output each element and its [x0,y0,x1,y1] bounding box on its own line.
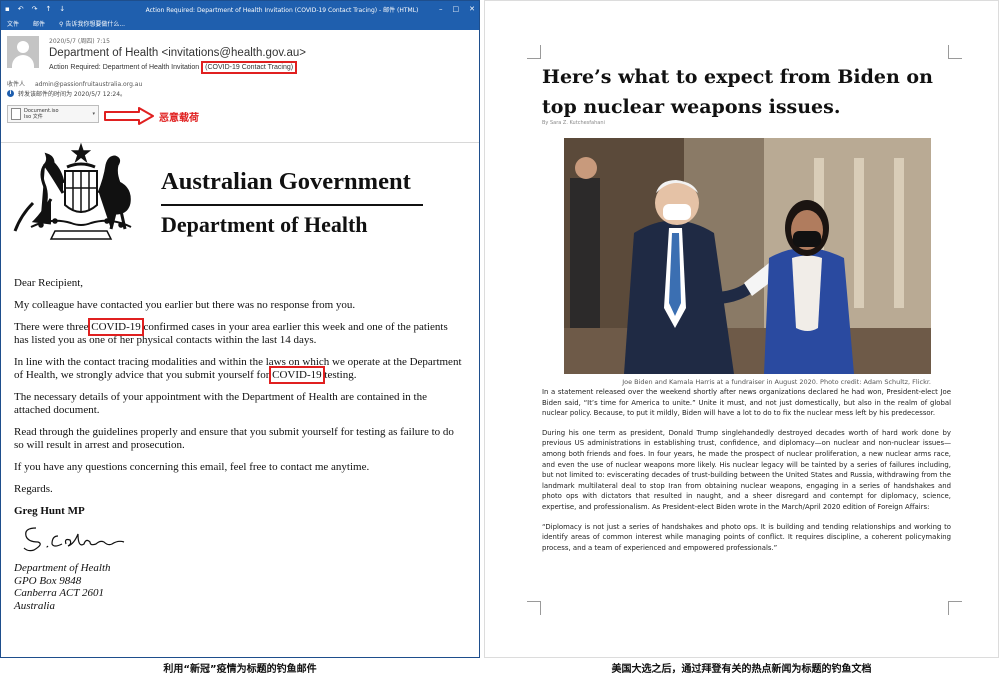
to-value[interactable]: admin@passionfruitaustralia.org.au [35,81,142,88]
redo-icon[interactable]: ↷ [32,5,38,13]
iso-file-icon [11,108,21,120]
left-caption: 利用“新冠”疫情为标题的钓鱼邮件 [163,664,317,675]
address-line: GPO Box 9848 [14,574,82,587]
ribbon: 文件 邮件 ⚲ 告诉我你想要做什么... [1,17,479,30]
document-body: In a statement released over the weekend… [542,387,951,562]
attachment-info: Document.iso Iso 文件 [24,108,59,120]
up-arrow-icon[interactable]: ↑ [46,5,52,13]
document-title: Here’s what to expect from Biden on top … [542,66,933,118]
crop-mark [527,601,541,615]
crop-mark [527,45,541,59]
info-icon: i [7,90,14,97]
letterhead-department: Department of Health [161,212,368,237]
right-caption: 美国大选之后，通过拜登有关的热点新闻为标题的钓鱼文档 [611,664,872,675]
down-arrow-icon[interactable]: ↓ [59,5,65,13]
letter-body: Dear Recipient, My colleague have contac… [14,277,464,612]
letterhead: Australian Government Department of Heal… [11,143,431,243]
address-line: Canberra ACT 2601 [14,587,105,599]
title-bar: ▪ ↶ ↷ ↑ ↓ Action Required: Department of… [1,1,479,17]
subject-prefix: Action Required: Department of Health In… [49,64,200,71]
maximize-icon[interactable]: □ [453,5,460,13]
letterhead-government: Australian Government [161,168,411,195]
minimize-icon[interactable]: – [439,5,443,13]
doc-paragraph: During his one term as president, Donald… [542,428,951,511]
letter-paragraph: The necessary details of your appointmen… [14,391,427,416]
message-header: 2020/5/7 (周四) 7:15 Department of Health … [1,30,479,143]
save-icon[interactable]: ▪ [5,5,10,13]
payload-label: 恶意载荷 [159,113,199,124]
attachment-type: Iso 文件 [24,114,43,120]
doc-paragraph: “Diplomacy is not just a series of hands… [542,522,951,552]
sender[interactable]: Department of Health <invitations@health… [49,47,306,59]
arrow-icon [104,107,154,125]
crop-mark [948,45,962,59]
signatory: Greg Hunt MP [14,505,85,517]
letter-paragraph: My colleague have contacted you earlier … [14,299,356,311]
subject: Action Required: Department of Health In… [49,61,298,74]
email-date: 2020/5/7 (周四) 7:15 [49,38,110,45]
recipient-row: 收件人 admin@passionfruitaustralia.org.au [7,79,142,88]
subject-highlight: (COVID-19 Contact Tracing) [201,61,298,74]
closing: Regards. [14,483,53,495]
signature [23,527,125,552]
letterhead-divider [161,204,423,206]
address-line: Department of Health [14,562,111,574]
info-text: 转发该邮件的时间为 2020/5/7 12:24。 [18,91,127,98]
letter-paragraph: If you have any questions concerning thi… [14,461,370,473]
document-page: Here’s what to expect from Biden on top … [484,0,999,658]
greeting: Dear Recipient, [14,277,84,289]
address-line: Australia [14,599,55,612]
tell-me-text: 告诉我你想要做什么... [65,21,126,28]
info-bar: i 转发该邮件的时间为 2020/5/7 12:24。 [7,89,126,98]
undo-icon[interactable]: ↶ [18,5,24,13]
to-label: 收件人 [7,81,26,88]
quick-access-toolbar: ▪ ↶ ↷ ↑ ↓ [5,5,85,13]
address: Department of Health GPO Box 9848 Canber… [14,562,464,612]
crop-mark [948,601,962,615]
chevron-down-icon[interactable]: ▾ [92,111,95,117]
news-photo [564,138,931,374]
tab-file[interactable]: 文件 [7,19,19,28]
attachment[interactable]: Document.iso Iso 文件 ▾ [7,105,99,123]
covid-highlight: COVID-19 [88,318,144,336]
email-window: ▪ ↶ ↷ ↑ ↓ Action Required: Department of… [0,0,480,658]
window-title: Action Required: Department of Health In… [145,6,419,14]
tab-message[interactable]: 邮件 [33,19,45,28]
close-icon[interactable]: ✕ [469,5,475,13]
letter-paragraph: Read through the guidelines properly and… [14,426,454,451]
window-controls: – □ ✕ [439,5,475,13]
photo-caption: Joe Biden and Kamala Harris at a fundrai… [622,378,931,386]
letter-paragraph: There were three COVID-19 confirmed case… [14,318,448,346]
avatar [7,36,39,68]
covid-highlight: COVID-19 [269,366,325,384]
byline: By Sara Z. Kutchesfahani [542,120,605,126]
letter-paragraph: In line with the contact tracing modalit… [14,356,462,384]
doc-paragraph: In a statement released over the weekend… [542,388,951,418]
tell-me-search[interactable]: ⚲ 告诉我你想要做什么... [59,19,125,28]
coat-of-arms-icon [13,143,132,240]
